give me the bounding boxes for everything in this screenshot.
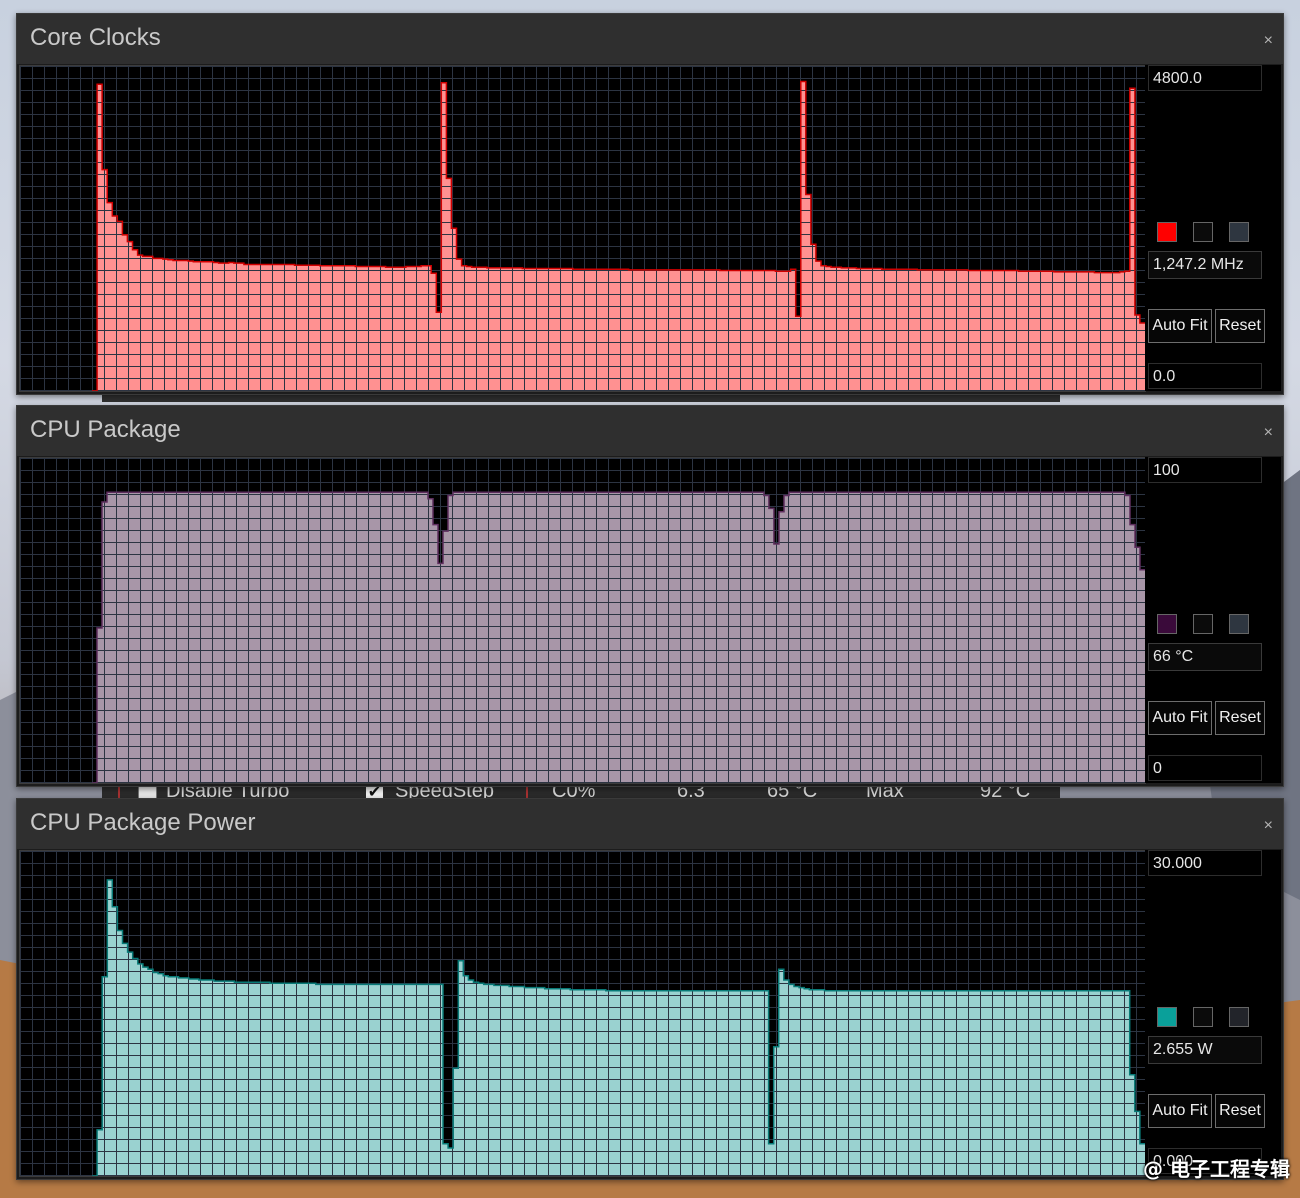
graph-area (19, 65, 1146, 392)
grid-color-swatch[interactable] (1229, 1007, 1249, 1027)
graph-svg (20, 458, 1145, 783)
max-value-label[interactable]: 100 (1148, 457, 1262, 483)
close-button[interactable]: × (1264, 817, 1273, 835)
watermark: @ 电子工程专辑 (1143, 1157, 1290, 1181)
graph-window-core-clocks: Core Clocks × 4800.0 1,247.2 MHz Auto Fi… (16, 13, 1284, 395)
min-value-label[interactable]: 0 (1148, 755, 1262, 781)
graph-svg (20, 66, 1145, 391)
line-color-swatch[interactable] (1157, 222, 1177, 242)
current-value-readout: 1,247.2 MHz (1148, 251, 1262, 279)
max-value-label[interactable]: 30.000 (1148, 850, 1262, 876)
grid-lines (20, 66, 1145, 391)
graph-sidebar: 100 66 °C Auto Fit Reset 0 (1145, 457, 1281, 783)
line-color-swatch[interactable] (1157, 614, 1177, 634)
title-bar[interactable]: CPU Package Power × (17, 799, 1283, 849)
current-value-readout: 66 °C (1148, 643, 1262, 671)
close-button[interactable]: × (1264, 32, 1273, 50)
reset-button[interactable]: Reset (1215, 1094, 1265, 1128)
background-color-swatch[interactable] (1193, 614, 1213, 634)
min-value-label[interactable]: 0.0 (1148, 363, 1262, 389)
title-bar[interactable]: Core Clocks × (17, 14, 1283, 64)
max-value-label[interactable]: 4800.0 (1148, 65, 1262, 91)
reset-button[interactable]: Reset (1215, 309, 1265, 343)
series-area (92, 81, 1145, 391)
auto-fit-button[interactable]: Auto Fit (1148, 1094, 1212, 1128)
current-value-readout: 2.655 W (1148, 1036, 1262, 1064)
window-title: Core Clocks (30, 24, 161, 51)
window-title: CPU Package (30, 416, 181, 443)
close-button[interactable]: × (1264, 424, 1273, 442)
title-bar[interactable]: CPU Package × (17, 406, 1283, 456)
background-color-swatch[interactable] (1193, 222, 1213, 242)
graph-window-cpu-package-power: CPU Package Power × 30.000 2.655 W Auto … (16, 798, 1284, 1180)
graph-svg (20, 851, 1145, 1176)
grid-color-swatch[interactable] (1229, 614, 1249, 634)
graph-sidebar: 4800.0 1,247.2 MHz Auto Fit Reset 0.0 (1145, 65, 1281, 391)
series-area (92, 492, 1145, 783)
window-title: CPU Package Power (30, 809, 256, 836)
series-area (92, 879, 1145, 1176)
graph-area (19, 457, 1146, 784)
graph-area (19, 850, 1146, 1177)
graph-sidebar: 30.000 2.655 W Auto Fit Reset 0.000 (1145, 850, 1281, 1176)
auto-fit-button[interactable]: Auto Fit (1148, 701, 1212, 735)
background-color-swatch[interactable] (1193, 1007, 1213, 1027)
reset-button[interactable]: Reset (1215, 701, 1265, 735)
grid-color-swatch[interactable] (1229, 222, 1249, 242)
graph-window-cpu-package: CPU Package × 100 66 °C Auto Fit Reset 0 (16, 405, 1284, 787)
auto-fit-button[interactable]: Auto Fit (1148, 309, 1212, 343)
line-color-swatch[interactable] (1157, 1007, 1177, 1027)
